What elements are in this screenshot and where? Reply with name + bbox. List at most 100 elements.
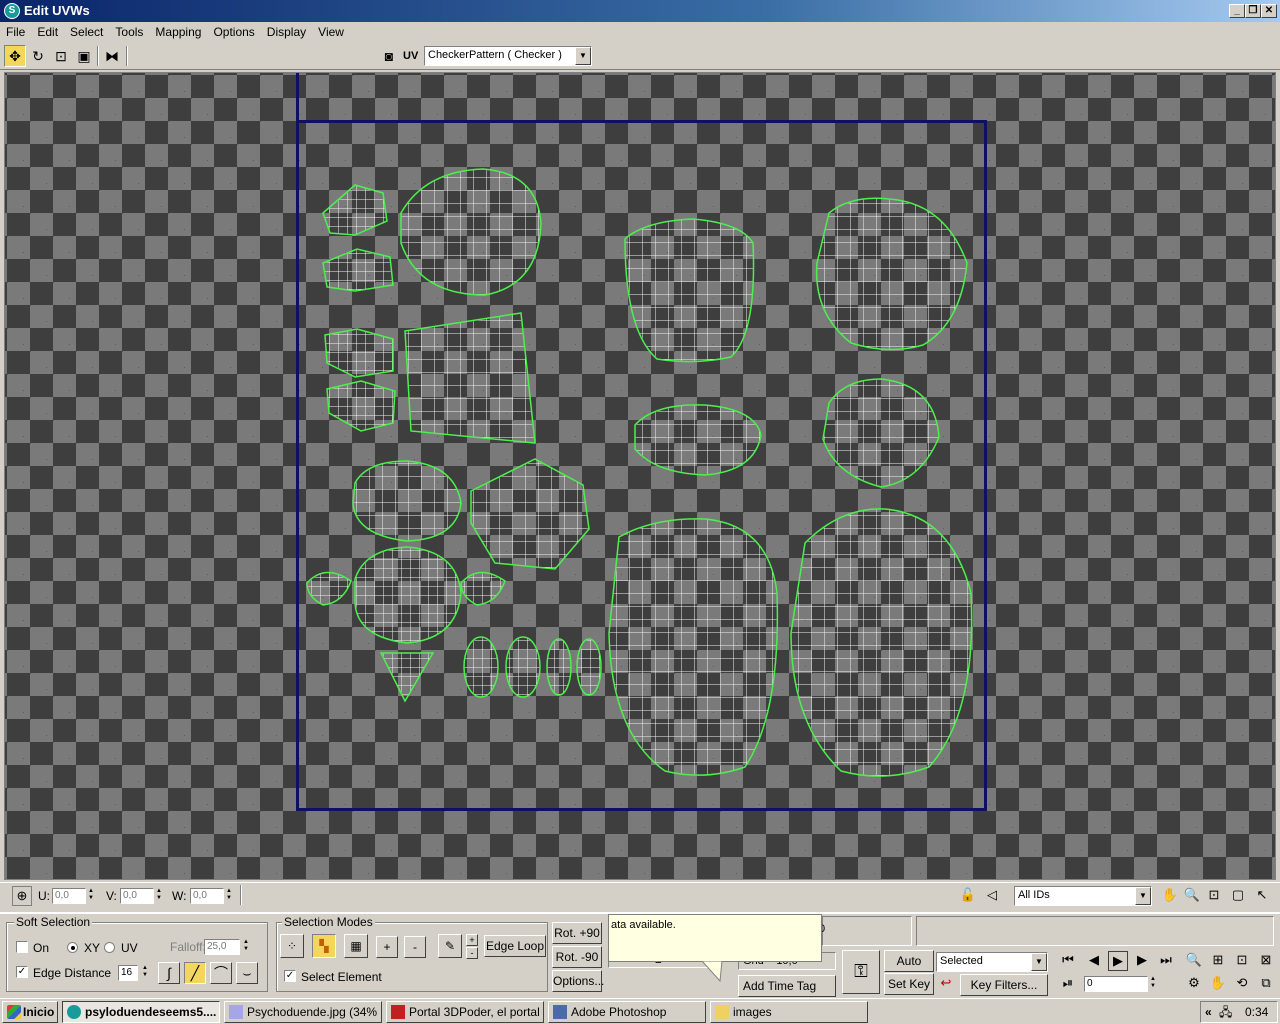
v-input[interactable]: 0,0 [120,888,154,904]
current-frame-input[interactable]: 0 [1084,976,1148,992]
u-label: U: [38,889,50,903]
add-time-tag-button[interactable]: Add Time Tag [738,975,836,997]
uv-island-eye [460,571,506,606]
texture-map-combo[interactable]: CheckerPattern ( Checker ) ▼ [424,46,592,66]
falloff-spinner-icon[interactable]: ▲ ▼ [241,939,251,955]
material-id-combo[interactable]: All IDs ▼ [1014,886,1152,906]
previous-frame-icon[interactable]: ◀ [1084,951,1104,971]
go-to-end-icon[interactable]: ⏭ [1156,951,1176,971]
image-icon [229,1005,243,1019]
rotate-tool-icon[interactable]: ↻ [27,45,49,67]
lock-icon[interactable]: 🔓 [958,886,978,906]
falloff-input[interactable]: 25,0 [204,939,240,955]
uv-radio[interactable] [104,942,115,953]
shrink-selection-button[interactable]: - [404,936,426,958]
toolbar: ✥ ↻ ⊡ ▣ ⧓ ◙ UV CheckerPattern ( Checker … [0,42,1280,70]
taskbar-item-photoshop[interactable]: Adobe Photoshop [548,1001,706,1023]
next-frame-icon[interactable]: ▶ [1132,951,1152,971]
set-key-button[interactable]: Set Key [884,973,934,995]
taskbar-item-3dsmax[interactable]: psyloduendeseems5.... [62,1001,220,1023]
maximize-viewport-icon[interactable]: ⧉ [1256,974,1276,994]
freeform-tool-icon[interactable]: ▣ [73,45,95,67]
uv-island-body-front [608,518,779,776]
menu-options[interactable]: Options [207,22,260,39]
hide-icon[interactable]: ◁ [982,886,1002,906]
key-filters-button[interactable]: Key Filters... [960,974,1048,996]
viewport-pan-icon[interactable]: ✋ [1208,974,1228,994]
snap-icon[interactable]: ↖ [1252,886,1272,906]
zoom-all-icon[interactable]: ⊞ [1208,951,1228,971]
rotate-plus-90-button[interactable]: Rot. +90 [552,922,602,944]
edge-distance-input[interactable]: 16 [118,965,138,981]
falloff-fast-icon[interactable]: ⌣ [236,962,258,984]
viewport-zoom-icon[interactable]: 🔍 [1184,951,1204,971]
v-spinner-icon[interactable]: ▲ ▼ [154,888,164,904]
menu-file[interactable]: File [0,22,31,39]
paint-select-icon[interactable]: ✎ [438,934,462,958]
zoom-icon[interactable]: 🔍 [1182,886,1202,906]
menu-edit[interactable]: Edit [31,22,64,39]
show-map-icon[interactable]: ◙ [378,45,400,67]
w-spinner-icon[interactable]: ▲ ▼ [224,888,234,904]
arc-rotate-icon[interactable]: ⟲ [1232,974,1252,994]
move-tool-icon[interactable]: ✥ [4,45,26,67]
face-mode-icon[interactable]: ▦ [344,934,368,958]
menu-display[interactable]: Display [261,22,312,39]
taskbar-item-label: Adobe Photoshop [571,1005,667,1019]
w-input[interactable]: 0,0 [190,888,224,904]
menu-select[interactable]: Select [64,22,109,39]
vertex-mode-icon[interactable]: ⁘ [280,934,304,958]
zoom-extents-all-icon[interactable]: ⊡ [1232,951,1252,971]
close-button[interactable]: ✕ [1261,4,1277,18]
tangent-icon[interactable]: ↩ [936,974,956,994]
pan-icon[interactable]: ✋ [1160,886,1180,906]
select-element-checkbox[interactable]: ✓ [284,970,296,982]
absolute-mode-icon[interactable]: ⊕ [12,886,32,906]
status-prompt-area: 0 [819,916,912,946]
play-icon[interactable]: ▶ [1108,951,1128,971]
uv-island-collar [470,458,590,570]
edge-distance-spinner-icon[interactable]: ▲ ▼ [140,965,150,981]
key-mode-combo[interactable]: Selected ▼ [936,952,1048,972]
set-key-icon[interactable]: ⚿ [842,950,880,994]
taskbar-item-browser[interactable]: Portal 3DPoder, el portal ... [386,1001,544,1023]
time-config-icon[interactable]: ⚙ [1184,974,1204,994]
frame-spinner-icon[interactable]: ▲ ▼ [1148,976,1158,992]
uv-island-hip [822,378,940,488]
tray-chevron[interactable]: « [1205,1002,1212,1022]
grow-selection-button[interactable]: + [376,936,398,958]
falloff-slow-icon[interactable]: ⌒ [210,962,232,984]
start-button[interactable]: Inicio [2,1001,58,1023]
restore-button[interactable]: ❐ [1245,4,1261,18]
edge-mode-icon[interactable]: ▚ [312,934,336,958]
menu-view[interactable]: View [312,22,350,39]
scale-tool-icon[interactable]: ⊡ [50,45,72,67]
taskbar-item-folder[interactable]: images [710,1001,868,1023]
falloff-smooth-icon[interactable]: ∫ [158,962,180,984]
key-mode-toggle-icon[interactable]: ⏯ [1058,974,1078,994]
soft-selection-on-checkbox[interactable] [16,941,28,953]
u-spinner-icon[interactable]: ▲ ▼ [86,888,96,904]
options-button[interactable]: Options... [552,970,604,992]
rotate-minus-90-button[interactable]: Rot. -90 [552,946,602,968]
menu-mapping[interactable]: Mapping [149,22,207,39]
auto-key-button[interactable]: Auto Key [884,950,934,988]
zoom-region-icon[interactable]: ⊡ [1204,886,1224,906]
falloff-linear-icon[interactable]: ╱ [184,962,206,984]
minimize-button[interactable]: _ [1229,4,1245,18]
menu-tools[interactable]: Tools [109,22,149,39]
falloff-label: Falloff: [170,940,206,954]
uv-viewport[interactable] [4,72,1276,880]
edge-loop-button[interactable]: Edge Loop [484,935,546,957]
u-input[interactable]: 0,0 [52,888,86,904]
brush-plus-icon[interactable]: + [466,934,478,946]
go-to-start-icon[interactable]: ⏮ [1058,951,1078,971]
taskbar-item-image[interactable]: Psychoduende.jpg (34% 6... [224,1001,382,1023]
zoom-extents-icon[interactable]: ▢ [1228,886,1248,906]
edge-distance-checkbox[interactable]: ✓ [16,966,28,978]
texture-map-value: CheckerPattern ( Checker ) [428,49,562,61]
brush-minus-icon[interactable]: - [466,947,478,959]
mirror-tool-icon[interactable]: ⧓ [101,45,123,67]
zoom-extents-selected-icon[interactable]: ⊠ [1256,951,1276,971]
xy-radio[interactable] [67,942,78,953]
